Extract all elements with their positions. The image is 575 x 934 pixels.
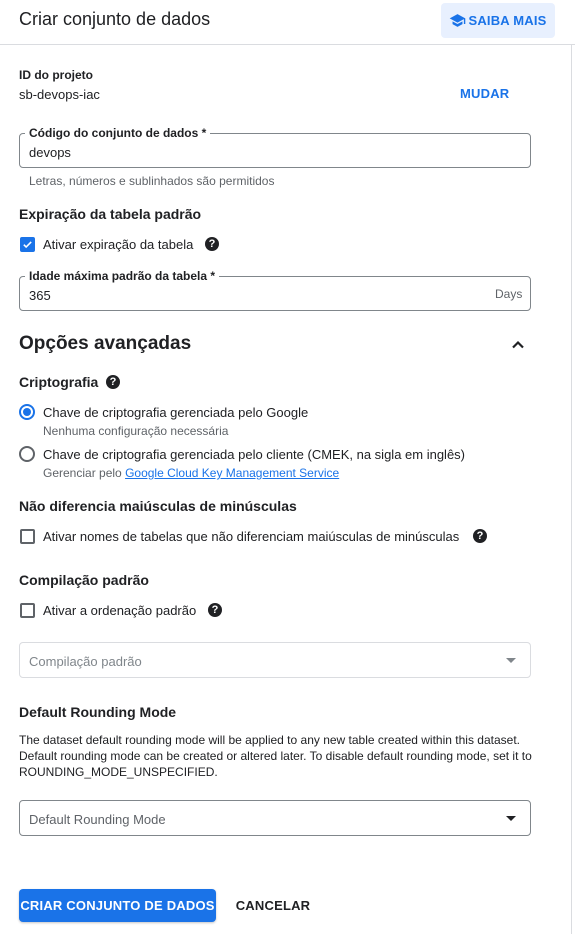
dataset-id-label: Código do conjunto de dados * xyxy=(25,126,211,140)
google-key-sublabel: Nenhuma configuração necessária xyxy=(43,424,229,438)
chevron-up-icon xyxy=(512,340,524,349)
project-id-label: ID do projeto xyxy=(19,68,93,82)
collapse-advanced-button[interactable] xyxy=(508,335,528,355)
dataset-id-value: devops xyxy=(29,145,71,160)
cancel-button[interactable]: CANCELAR xyxy=(228,889,318,922)
panel-title: Criar conjunto de dados xyxy=(19,9,211,29)
collation-checkbox-label: Ativar a ordenação padrão xyxy=(43,603,197,618)
cmek-sublabel-prefix: Gerenciar pelo xyxy=(43,466,122,480)
max-age-value: 365 xyxy=(29,288,51,303)
google-key-label: Chave de criptografia gerenciada pelo Go… xyxy=(43,405,309,420)
school-icon xyxy=(450,14,466,27)
project-id-value: sb-devops-iac xyxy=(19,87,100,102)
checkmark-icon xyxy=(23,241,32,249)
expiration-checkbox[interactable] xyxy=(20,237,35,252)
case-insensitive-label: Ativar nomes de tabelas que não diferenc… xyxy=(43,529,460,544)
help-icon[interactable]: ? xyxy=(473,529,487,543)
cmek-radio[interactable] xyxy=(19,446,35,462)
kms-link[interactable]: Google Cloud Key Management Service xyxy=(125,466,339,480)
max-age-suffix: Days xyxy=(495,287,523,301)
rounding-heading: Default Rounding Mode xyxy=(19,704,177,720)
panel-divider xyxy=(571,45,572,934)
learn-more-label: SAIBA MAIS xyxy=(468,13,547,28)
help-icon[interactable]: ? xyxy=(205,237,219,251)
collation-checkbox[interactable] xyxy=(20,603,35,618)
collation-heading: Compilação padrão xyxy=(19,572,149,588)
cmek-label: Chave de criptografia gerenciada pelo cl… xyxy=(43,447,465,462)
max-age-label: Idade máxima padrão da tabela * xyxy=(25,269,220,283)
case-insensitive-checkbox[interactable] xyxy=(20,529,35,544)
create-dataset-button[interactable]: CRIAR CONJUNTO DE DADOS xyxy=(19,889,216,922)
help-icon[interactable]: ? xyxy=(208,603,222,617)
expiration-heading: Expiração da tabela padrão xyxy=(19,206,202,222)
expiration-checkbox-label: Ativar expiração da tabela xyxy=(43,237,194,252)
change-project-button[interactable]: MUDAR xyxy=(460,86,509,101)
case-insensitive-heading: Não diferencia maiúsculas de minúsculas xyxy=(19,498,297,514)
dataset-id-hint: Letras, números e sublinhados são permit… xyxy=(29,174,275,188)
encryption-heading: Criptografia xyxy=(19,374,99,390)
google-key-radio[interactable] xyxy=(19,404,35,420)
dropdown-arrow-icon xyxy=(506,816,516,821)
learn-more-button[interactable]: SAIBA MAIS xyxy=(441,3,555,38)
help-icon[interactable]: ? xyxy=(106,375,120,389)
collation-select-placeholder: Compilação padrão xyxy=(29,654,142,669)
rounding-description: The dataset default rounding mode will b… xyxy=(19,733,532,779)
rounding-mode-placeholder: Default Rounding Mode xyxy=(29,812,166,827)
dropdown-arrow-icon xyxy=(506,658,516,663)
cmek-sublabel: Gerenciar pelo Google Cloud Key Manageme… xyxy=(43,466,339,480)
advanced-options-heading: Opções avançadas xyxy=(19,333,192,354)
